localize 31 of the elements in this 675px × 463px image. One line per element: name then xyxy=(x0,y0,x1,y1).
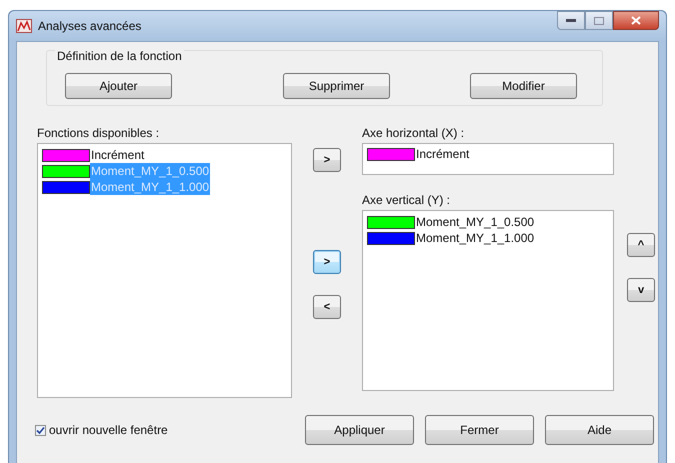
minimize-icon xyxy=(566,18,576,22)
action-button[interactable]: Modifier xyxy=(470,73,577,99)
dialog-button[interactable]: Fermer xyxy=(425,415,534,445)
order-button[interactable]: ^ xyxy=(627,233,655,257)
arrow-button[interactable]: > xyxy=(313,148,341,172)
list-item[interactable]: Moment_MY_1_0.500 xyxy=(415,214,536,230)
list-label: Fonctions disponibles : xyxy=(37,126,160,142)
vertical-axis-list[interactable]: Moment_MY_1_0.500 Moment_MY_1_1.000 xyxy=(362,210,614,391)
list-item[interactable]: Moment_MY_1_1.000 xyxy=(415,230,536,246)
dialog-button[interactable]: Aide xyxy=(545,415,654,445)
close-icon xyxy=(631,16,641,25)
dialog-button[interactable]: Appliquer xyxy=(305,415,414,445)
order-button[interactable]: v xyxy=(627,278,655,302)
arrow-button[interactable]: > xyxy=(313,250,341,274)
arrow-button[interactable]: < xyxy=(313,295,341,319)
group-title: Définition de la fonction xyxy=(55,49,184,63)
list-label: Axe vertical (Y) : xyxy=(362,193,452,209)
action-button[interactable]: Ajouter xyxy=(65,73,172,99)
chart-icon xyxy=(16,19,32,33)
field-label: Axe horizontal (X) : xyxy=(362,126,466,142)
list-item[interactable]: Incrément xyxy=(90,147,146,163)
minimize-button[interactable] xyxy=(557,11,585,30)
close-button[interactable] xyxy=(613,11,659,30)
maximize-icon xyxy=(594,16,604,24)
functions-list[interactable]: Incrément Moment_MY_1_0.500 Moment_MY_1_1.000 xyxy=(37,143,292,398)
action-button[interactable]: Supprimer xyxy=(283,73,390,99)
window-title: Analyses avancées xyxy=(38,19,142,33)
axis-field[interactable]: Incrément xyxy=(362,143,614,175)
checkbox-label: ouvrir nouvelle fenêtre xyxy=(49,423,168,437)
checkbox[interactable] xyxy=(35,424,46,436)
field-item: Incrément xyxy=(415,146,470,162)
